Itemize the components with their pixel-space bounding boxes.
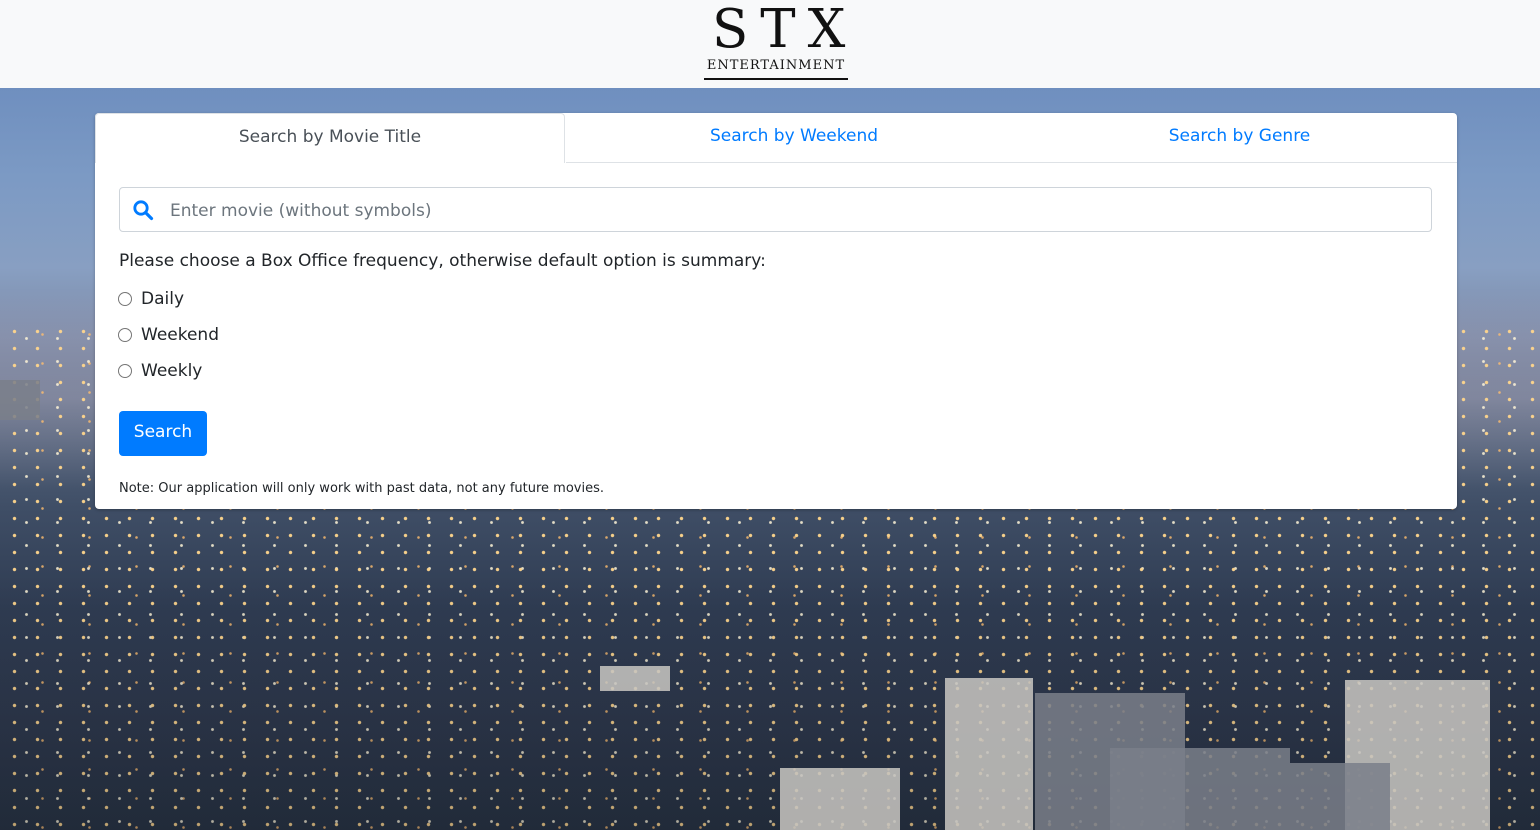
building	[1290, 763, 1390, 830]
search-icon	[133, 200, 154, 221]
radio-weekend[interactable]: Weekend	[118, 323, 219, 347]
tab-genre[interactable]: Search by Genre	[1022, 113, 1457, 163]
logo-subtitle: ENTERTAINMENT	[706, 58, 846, 73]
radio-daily-input[interactable]	[118, 292, 132, 306]
building	[600, 666, 670, 691]
radio-weekly-label: Weekly	[141, 361, 203, 381]
radio-weekend-label: Weekend	[141, 325, 219, 345]
movie-search-field[interactable]	[119, 187, 1432, 233]
past-data-note: Note: Our application will only work wit…	[119, 481, 604, 496]
radio-weekly[interactable]: Weekly	[118, 359, 202, 383]
logo-underline	[704, 78, 848, 80]
radio-weekend-input[interactable]	[118, 328, 132, 342]
stx-logo[interactable]: STX ENTERTAINMENT	[700, 2, 852, 80]
movie-search-input[interactable]	[168, 188, 1422, 233]
site-header: STX ENTERTAINMENT	[0, 0, 1540, 88]
building	[1110, 748, 1290, 830]
search-card: Search by Movie Title Search by Weekend …	[95, 113, 1457, 509]
logo-wordmark: STX	[712, 0, 858, 60]
tab-movie-title[interactable]: Search by Movie Title	[95, 113, 565, 163]
building	[780, 768, 900, 830]
building	[0, 380, 40, 420]
tab-weekend[interactable]: Search by Weekend	[566, 113, 1022, 163]
frequency-prompt: Please choose a Box Office frequency, ot…	[119, 251, 766, 271]
radio-daily[interactable]: Daily	[118, 287, 184, 311]
radio-weekly-input[interactable]	[118, 364, 132, 378]
search-tabs: Search by Movie Title Search by Weekend …	[95, 113, 1457, 163]
radio-daily-label: Daily	[141, 289, 185, 309]
search-button[interactable]: Search	[119, 411, 207, 456]
building	[945, 678, 1033, 830]
